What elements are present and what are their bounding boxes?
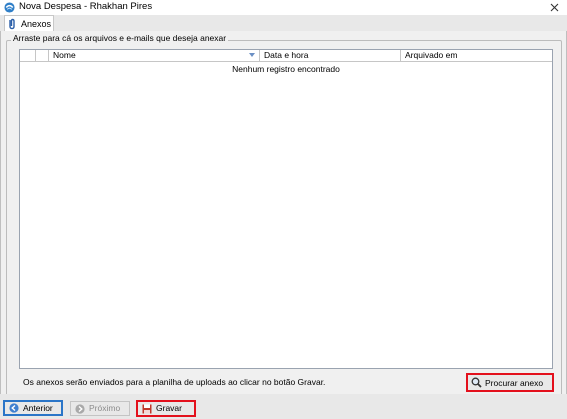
grid-header: Nome Data e hora Arquivado em bbox=[20, 50, 552, 62]
previous-label: Anterior bbox=[23, 402, 53, 413]
drop-zone-legend: Arraste para cá os arquivos e e-mails qu… bbox=[11, 33, 229, 44]
attachments-grid[interactable]: Nome Data e hora Arquivado em Nenhum reg… bbox=[19, 49, 553, 369]
next-label: Próximo bbox=[89, 403, 121, 413]
app-logo-icon bbox=[4, 2, 15, 13]
column-header-nome-label: Nome bbox=[53, 50, 76, 60]
floppy-disk-icon bbox=[142, 404, 152, 413]
magnifier-icon bbox=[471, 377, 482, 388]
browse-attachment-label: Procurar anexo bbox=[485, 377, 544, 388]
arrow-left-icon bbox=[9, 403, 19, 413]
previous-button[interactable]: Anterior bbox=[3, 400, 63, 416]
close-button[interactable] bbox=[545, 0, 563, 14]
save-label: Gravar bbox=[156, 403, 182, 413]
title-bar: Nova Despesa - Rhakhan Pires bbox=[0, 0, 567, 14]
column-header-arquivado-em[interactable]: Arquivado em bbox=[401, 50, 552, 61]
close-icon bbox=[550, 3, 558, 11]
paperclip-icon bbox=[9, 18, 15, 29]
sort-down-icon bbox=[249, 53, 255, 57]
window-title: Nova Despesa - Rhakhan Pires bbox=[19, 1, 153, 12]
arrow-right-icon bbox=[75, 403, 85, 414]
browse-attachment-button[interactable]: Procurar anexo bbox=[466, 373, 554, 392]
footer-bar: Anterior Próximo Gravar bbox=[0, 394, 567, 419]
tab-bar: Anexos bbox=[0, 15, 567, 31]
column-header-nome[interactable]: Nome bbox=[49, 50, 260, 61]
main-panel: Arraste para cá os arquivos e e-mails qu… bbox=[0, 31, 567, 397]
column-header-icon[interactable] bbox=[36, 50, 49, 61]
next-button[interactable]: Próximo bbox=[70, 401, 130, 416]
tab-anexos-label: Anexos bbox=[21, 18, 52, 29]
save-button[interactable]: Gravar bbox=[136, 400, 196, 417]
empty-message: Nenhum registro encontrado bbox=[232, 64, 340, 74]
upload-info-text: Os anexos serão enviados para a planilha… bbox=[23, 377, 326, 387]
tab-anexos[interactable]: Anexos bbox=[4, 15, 54, 31]
column-header-data-hora[interactable]: Data e hora bbox=[260, 50, 401, 61]
column-header-indicator[interactable] bbox=[20, 50, 36, 61]
